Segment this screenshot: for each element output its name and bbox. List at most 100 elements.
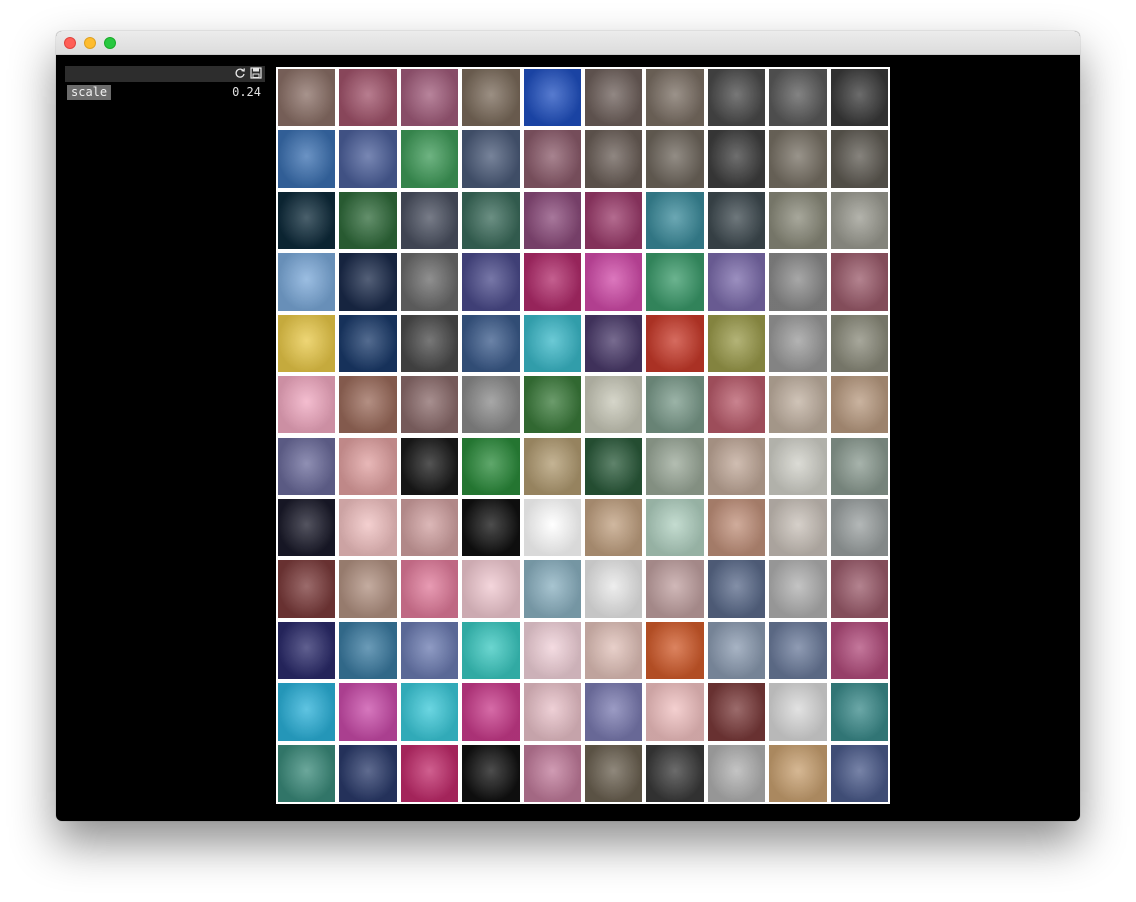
image-thumbnail[interactable] bbox=[707, 498, 766, 557]
image-thumbnail[interactable] bbox=[769, 744, 827, 802]
image-thumbnail[interactable] bbox=[769, 253, 827, 311]
image-thumbnail[interactable] bbox=[830, 253, 888, 311]
image-thumbnail[interactable] bbox=[400, 498, 459, 557]
image-thumbnail[interactable] bbox=[400, 376, 459, 434]
image-thumbnail[interactable] bbox=[585, 744, 643, 802]
image-thumbnail[interactable] bbox=[462, 253, 520, 311]
image-thumbnail[interactable] bbox=[462, 314, 520, 373]
image-thumbnail[interactable] bbox=[646, 376, 704, 434]
image-thumbnail[interactable] bbox=[830, 498, 888, 557]
image-thumbnail[interactable] bbox=[278, 560, 336, 618]
image-thumbnail[interactable] bbox=[585, 314, 643, 373]
image-thumbnail[interactable] bbox=[523, 437, 581, 495]
image-thumbnail[interactable] bbox=[523, 191, 581, 250]
image-thumbnail[interactable] bbox=[646, 437, 704, 495]
image-thumbnail[interactable] bbox=[523, 69, 581, 127]
image-thumbnail[interactable] bbox=[769, 191, 827, 250]
image-thumbnail[interactable] bbox=[278, 437, 336, 495]
image-thumbnail[interactable] bbox=[707, 744, 766, 802]
image-thumbnail[interactable] bbox=[400, 253, 459, 311]
image-thumbnail[interactable] bbox=[462, 683, 520, 741]
image-thumbnail[interactable] bbox=[523, 560, 581, 618]
image-thumbnail[interactable] bbox=[523, 683, 581, 741]
param-row-scale[interactable]: scale 0.24 bbox=[65, 84, 265, 102]
image-thumbnail[interactable] bbox=[278, 498, 336, 557]
refresh-icon[interactable] bbox=[234, 67, 246, 79]
image-thumbnail[interactable] bbox=[523, 744, 581, 802]
image-thumbnail[interactable] bbox=[585, 683, 643, 741]
image-thumbnail[interactable] bbox=[646, 314, 704, 373]
image-thumbnail[interactable] bbox=[339, 69, 397, 127]
image-thumbnail[interactable] bbox=[462, 191, 520, 250]
image-thumbnail[interactable] bbox=[769, 560, 827, 618]
image-thumbnail[interactable] bbox=[278, 376, 336, 434]
image-thumbnail[interactable] bbox=[707, 314, 766, 373]
image-thumbnail[interactable] bbox=[278, 744, 336, 802]
image-thumbnail[interactable] bbox=[400, 560, 459, 618]
image-thumbnail[interactable] bbox=[769, 314, 827, 373]
image-thumbnail[interactable] bbox=[707, 437, 766, 495]
image-thumbnail[interactable] bbox=[830, 744, 888, 802]
image-thumbnail[interactable] bbox=[585, 498, 643, 557]
image-thumbnail[interactable] bbox=[278, 621, 336, 680]
image-thumbnail[interactable] bbox=[462, 621, 520, 680]
image-thumbnail[interactable] bbox=[400, 621, 459, 680]
maximize-window-button[interactable] bbox=[104, 37, 116, 49]
image-thumbnail[interactable] bbox=[585, 130, 643, 188]
image-thumbnail[interactable] bbox=[646, 253, 704, 311]
image-thumbnail[interactable] bbox=[339, 376, 397, 434]
image-thumbnail[interactable] bbox=[462, 376, 520, 434]
image-thumbnail[interactable] bbox=[278, 69, 336, 127]
image-thumbnail[interactable] bbox=[339, 314, 397, 373]
image-thumbnail[interactable] bbox=[585, 437, 643, 495]
image-thumbnail[interactable] bbox=[769, 69, 827, 127]
image-thumbnail[interactable] bbox=[707, 130, 766, 188]
image-thumbnail[interactable] bbox=[707, 69, 766, 127]
image-thumbnail[interactable] bbox=[585, 253, 643, 311]
image-thumbnail[interactable] bbox=[462, 69, 520, 127]
image-thumbnail[interactable] bbox=[278, 191, 336, 250]
image-thumbnail[interactable] bbox=[523, 376, 581, 434]
image-thumbnail[interactable] bbox=[830, 191, 888, 250]
image-thumbnail[interactable] bbox=[585, 69, 643, 127]
image-thumbnail[interactable] bbox=[769, 683, 827, 741]
image-thumbnail[interactable] bbox=[830, 376, 888, 434]
image-thumbnail[interactable] bbox=[707, 621, 766, 680]
image-thumbnail[interactable] bbox=[462, 560, 520, 618]
image-thumbnail[interactable] bbox=[830, 314, 888, 373]
image-thumbnail[interactable] bbox=[646, 498, 704, 557]
image-thumbnail[interactable] bbox=[585, 191, 643, 250]
image-thumbnail[interactable] bbox=[646, 683, 704, 741]
image-thumbnail[interactable] bbox=[769, 621, 827, 680]
image-thumbnail[interactable] bbox=[769, 437, 827, 495]
close-window-button[interactable] bbox=[64, 37, 76, 49]
image-thumbnail[interactable] bbox=[400, 683, 459, 741]
image-thumbnail[interactable] bbox=[400, 314, 459, 373]
image-thumbnail[interactable] bbox=[339, 744, 397, 802]
save-icon[interactable] bbox=[250, 67, 262, 79]
image-thumbnail[interactable] bbox=[585, 376, 643, 434]
image-thumbnail[interactable] bbox=[339, 437, 397, 495]
image-thumbnail[interactable] bbox=[646, 69, 704, 127]
image-thumbnail[interactable] bbox=[707, 191, 766, 250]
image-thumbnail[interactable] bbox=[400, 437, 459, 495]
image-thumbnail[interactable] bbox=[707, 253, 766, 311]
image-thumbnail[interactable] bbox=[707, 683, 766, 741]
image-thumbnail[interactable] bbox=[646, 560, 704, 618]
image-thumbnail[interactable] bbox=[769, 130, 827, 188]
image-thumbnail[interactable] bbox=[400, 191, 459, 250]
image-thumbnail[interactable] bbox=[339, 130, 397, 188]
image-thumbnail[interactable] bbox=[339, 498, 397, 557]
image-thumbnail[interactable] bbox=[707, 560, 766, 618]
image-thumbnail[interactable] bbox=[646, 130, 704, 188]
image-thumbnail[interactable] bbox=[523, 253, 581, 311]
image-thumbnail[interactable] bbox=[585, 560, 643, 618]
image-thumbnail[interactable] bbox=[278, 683, 336, 741]
image-thumbnail[interactable] bbox=[400, 130, 459, 188]
image-thumbnail[interactable] bbox=[830, 621, 888, 680]
minimize-window-button[interactable] bbox=[84, 37, 96, 49]
image-thumbnail[interactable] bbox=[339, 560, 397, 618]
image-thumbnail[interactable] bbox=[462, 498, 520, 557]
image-thumbnail[interactable] bbox=[646, 744, 704, 802]
image-thumbnail[interactable] bbox=[830, 130, 888, 188]
